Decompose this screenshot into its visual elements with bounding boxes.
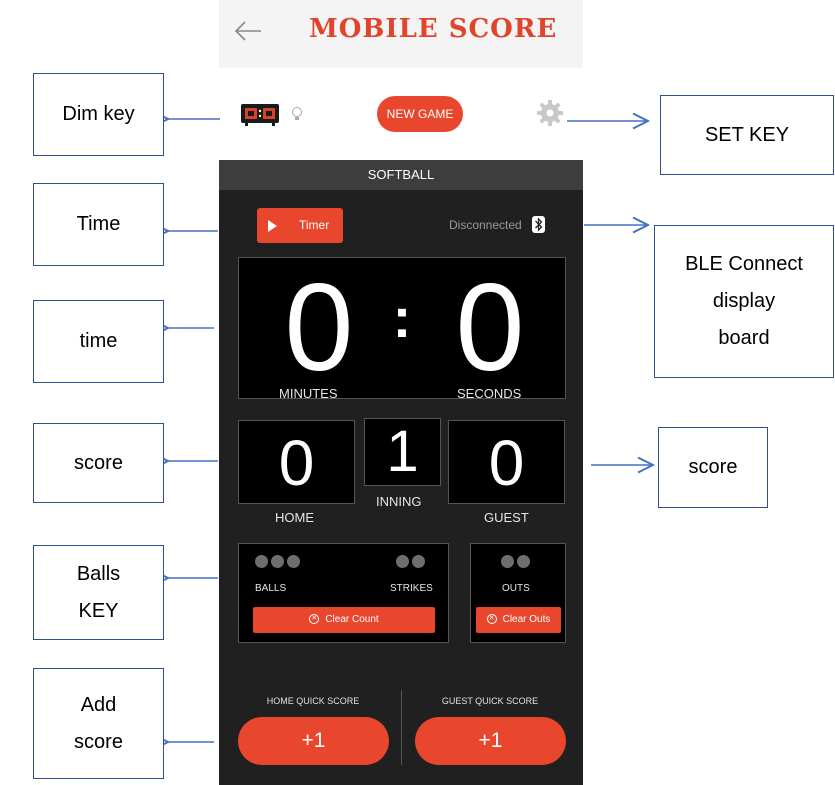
dim-key-callout: Dim key [33, 73, 164, 156]
time-display-callout: time [33, 300, 164, 383]
score-right-text: score [688, 456, 738, 478]
score-right-callout: score [658, 427, 768, 508]
balls-key-callout: Balls KEY [33, 545, 164, 640]
set-key-callout: SET KEY [660, 95, 834, 175]
ble-text-1: BLE Connect [685, 253, 803, 275]
score-left-text: score [74, 451, 123, 474]
set-key-text: SET KEY [704, 123, 790, 146]
add-score-text-2: score [74, 730, 123, 753]
time-button-text: Time [76, 213, 121, 235]
balls-key-text-1: Balls [76, 562, 121, 585]
ble-text-3: board [718, 327, 770, 349]
time-display-text: time [79, 330, 118, 352]
add-score-callout: Add score [33, 668, 164, 779]
add-score-text-1: Add [80, 693, 117, 716]
time-button-callout: Time [33, 183, 164, 266]
ble-text-2: display [712, 290, 776, 312]
ble-callout: BLE Connect display board [654, 225, 834, 378]
balls-key-text-2: KEY [78, 599, 119, 622]
dim-key-text: Dim key [62, 103, 135, 125]
score-left-callout: score [33, 423, 164, 503]
